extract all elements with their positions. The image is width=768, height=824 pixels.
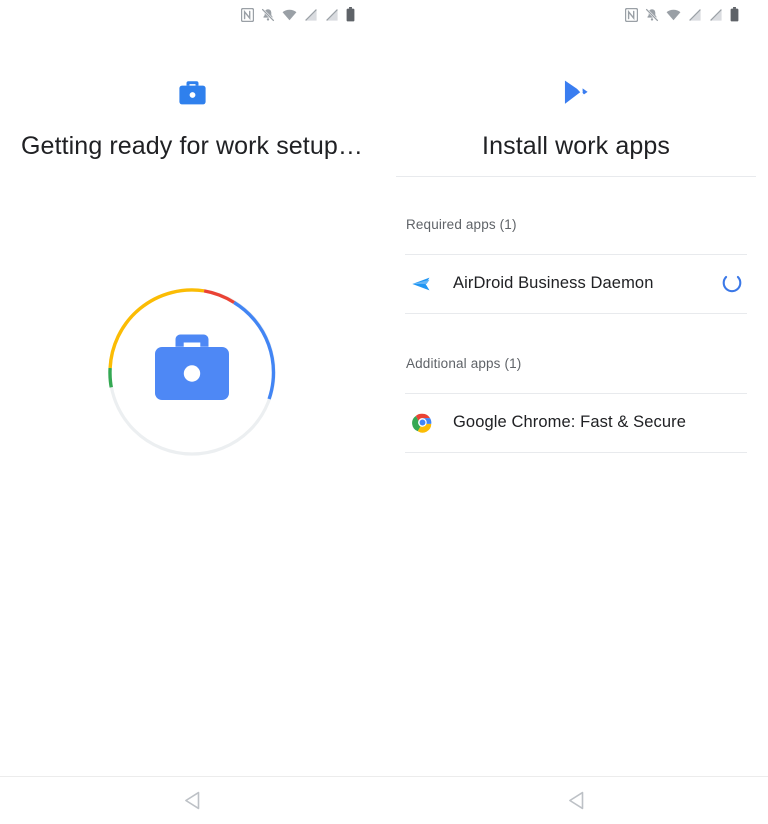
status-bar-left [0,0,384,34]
chrome-icon [405,412,439,433]
nfc-icon [240,7,255,27]
app-name: AirDroid Business Daemon [453,274,654,293]
list-item[interactable]: Google Chrome: Fast & Secure [405,394,747,452]
work-apps-list: Required apps (1) AirDroid Business Daem… [384,177,768,776]
page-title: Install work apps [482,132,670,160]
signal-none-alt-icon [325,8,339,27]
section-label-required: Required apps (1) [406,216,517,232]
list-item[interactable]: AirDroid Business Daemon [405,255,747,313]
signal-none-icon [304,8,318,27]
setup-progress-area [0,161,384,776]
work-briefcase-icon [178,78,207,108]
notifications-muted-icon [645,7,659,27]
back-button[interactable] [162,783,223,818]
nfc-icon [624,7,639,27]
notifications-muted-icon [261,7,275,27]
setup-progress-ring [106,286,278,458]
status-bar-right [384,0,768,34]
battery-icon [730,7,739,27]
signal-none-alt-icon [709,8,723,27]
left-header: Getting ready for work setup… [0,34,384,161]
right-panel-install-work-apps: Install work apps Required apps (1) AirD… [384,0,768,824]
wifi-icon [282,8,297,27]
navigation-bar-right [384,776,768,824]
right-header: Install work apps [384,34,768,177]
navigation-bar-left [0,776,384,824]
installing-spinner-icon [717,273,747,295]
signal-none-icon [688,8,702,27]
back-button[interactable] [546,783,607,818]
airdroid-icon [405,275,439,293]
left-panel-work-setup: Getting ready for work setup… [0,0,384,824]
list-divider [405,451,747,453]
wifi-icon [666,8,681,27]
dual-screenshot-container: Getting ready for work setup… Install wo… [0,0,768,824]
app-name: Google Chrome: Fast & Secure [453,413,686,432]
section-label-additional: Additional apps (1) [406,355,522,371]
page-title: Getting ready for work setup… [21,132,363,160]
battery-icon [346,7,355,27]
work-briefcase-icon [152,331,232,412]
google-play-work-icon [562,78,590,108]
